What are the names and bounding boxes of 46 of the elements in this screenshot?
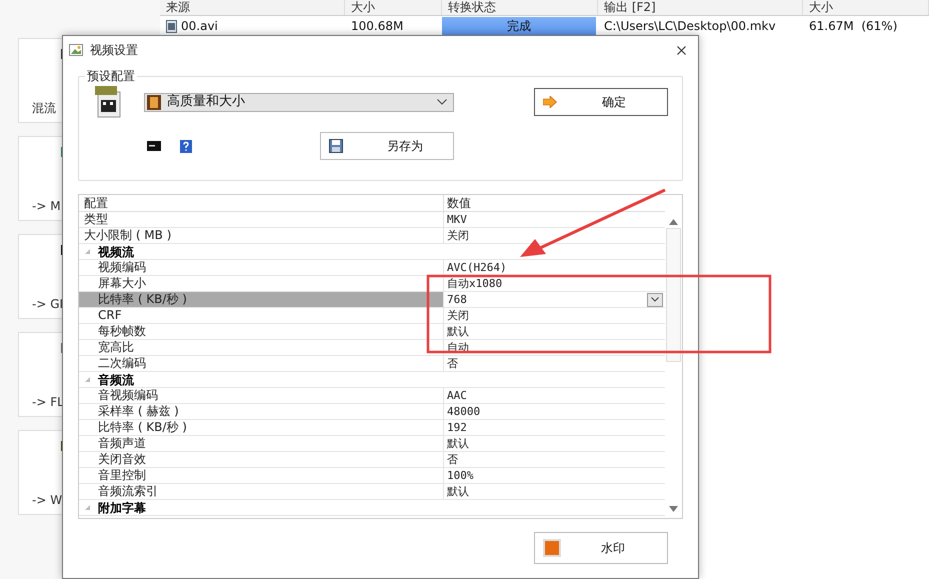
property-name: 音里控制 xyxy=(97,468,146,483)
property-value: 默认 xyxy=(446,484,469,499)
property-value: 关闭 xyxy=(446,228,469,243)
property-value: 768 xyxy=(446,292,467,307)
table-cell-text: 100.68M xyxy=(350,18,404,35)
property-value: 192 xyxy=(446,420,467,435)
dropdown-value: 高质量和大小 xyxy=(167,93,245,112)
property-value: AVC(H264) xyxy=(446,260,507,275)
property-value: 否 xyxy=(446,356,458,371)
property-name: 大小限制 ( MB ) xyxy=(83,228,172,243)
tool-label: -> GI xyxy=(31,296,64,313)
tool-label: -> W xyxy=(31,492,62,509)
property-name: 每秒帧数 xyxy=(97,324,146,339)
property-value: 自动x1080 xyxy=(446,276,502,291)
property-name: 视频编码 xyxy=(97,260,146,275)
property-name: 类型 xyxy=(83,212,108,227)
group-title: 预设配置 xyxy=(86,68,136,85)
property-value: 默认 xyxy=(446,324,469,339)
property-value: 100% xyxy=(446,468,474,483)
status-label: 完成 xyxy=(506,18,532,35)
tool-label: -> M xyxy=(31,198,61,215)
property-value: 默认 xyxy=(446,436,469,451)
property-value: MKV xyxy=(446,212,467,227)
category-label: 音频流 xyxy=(98,372,134,388)
property-value: 关闭 xyxy=(446,308,469,323)
property-name: 比特率 ( KB/秒 ) xyxy=(97,420,187,435)
property-name: 音视频编码 xyxy=(97,388,158,403)
property-name: 关闭音效 xyxy=(97,452,146,467)
table-cell-text: 61.67M (61%) xyxy=(808,18,898,35)
tool-label: 混流 xyxy=(31,100,56,117)
property-name: 音频流索引 xyxy=(97,484,158,499)
table-cell-text: 00.avi xyxy=(181,18,218,35)
property-value: 否 xyxy=(446,452,458,467)
property-value: AAC xyxy=(446,388,467,403)
property-name: 二次编码 xyxy=(97,356,146,371)
window-title: 视频设置 xyxy=(90,42,138,59)
table-cell-text: C:\Users\LC\Desktop\00.mkv xyxy=(603,18,777,35)
category-label: 附加字幕 xyxy=(98,500,146,516)
property-name: 屏幕大小 xyxy=(97,276,146,291)
property-name: 音频声道 xyxy=(97,436,146,451)
property-name: 宽高比 xyxy=(97,340,134,355)
property-name: 比特率 ( KB/秒 ) xyxy=(97,292,187,307)
category-label: 视频流 xyxy=(98,244,134,260)
property-name: CRF xyxy=(97,308,122,323)
property-value: 48000 xyxy=(446,404,480,419)
property-name: 采样率 ( 赫兹 ) xyxy=(97,404,179,419)
